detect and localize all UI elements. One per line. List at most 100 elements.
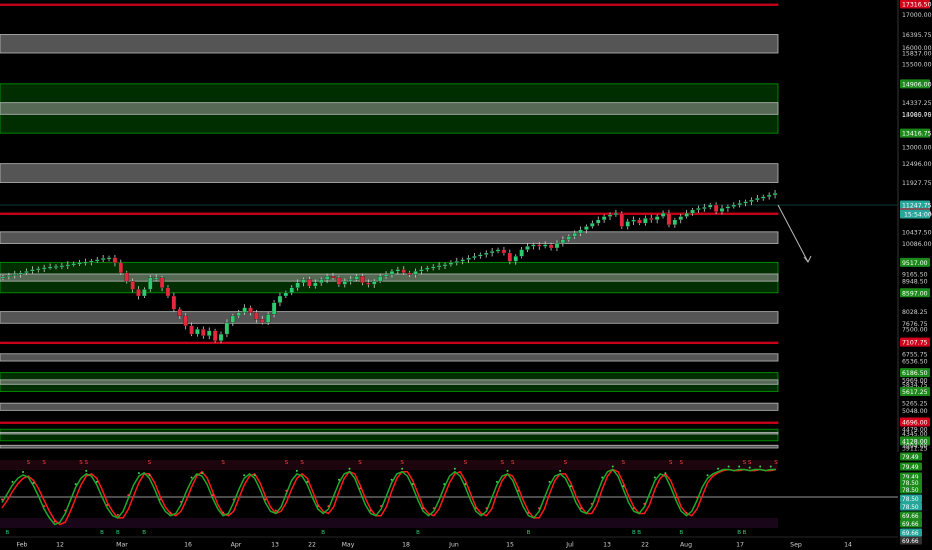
candle-body[interactable] (324, 275, 330, 280)
candle-body[interactable] (772, 193, 778, 196)
candle-body[interactable] (47, 266, 53, 269)
candle-body[interactable] (737, 203, 742, 206)
candle-body[interactable] (731, 204, 737, 207)
candle-body[interactable] (713, 204, 719, 212)
candle-body[interactable] (436, 265, 442, 268)
candle-body[interactable] (454, 261, 459, 264)
candle-body[interactable] (643, 218, 648, 224)
candle-body[interactable] (313, 282, 318, 287)
candle-body[interactable] (383, 274, 389, 277)
candle-body[interactable] (578, 229, 583, 234)
candle-body[interactable] (725, 206, 731, 209)
candle-body[interactable] (690, 209, 695, 214)
candle-body[interactable] (425, 267, 430, 270)
candle-body[interactable] (601, 216, 607, 220)
candle-body[interactable] (366, 282, 371, 285)
candle-body[interactable] (95, 259, 100, 262)
candle-body[interactable] (0, 276, 6, 279)
oscillator-axis[interactable]: 79.4979.4979.4978.5078.5078.5078.5069.66… (900, 452, 922, 545)
candle-body[interactable] (696, 208, 701, 211)
candle-body[interactable] (71, 263, 76, 266)
candle-body[interactable] (525, 246, 530, 250)
candle-body[interactable] (419, 269, 424, 272)
candle-body[interactable] (6, 275, 12, 278)
candle-body[interactable] (77, 262, 82, 265)
candle-body[interactable] (130, 280, 135, 290)
candle-body[interactable] (142, 289, 147, 297)
candle-body[interactable] (319, 279, 324, 283)
candle-body[interactable] (430, 266, 436, 269)
candle-body[interactable] (248, 307, 253, 313)
price-axis[interactable]: 17316.5017000.0016395.7516000.0015837.00… (897, 0, 932, 453)
candle-body[interactable] (100, 258, 106, 260)
candle-body[interactable] (584, 226, 589, 230)
candle-body[interactable] (289, 287, 294, 293)
candle-body[interactable] (377, 275, 383, 282)
candle-body[interactable] (265, 314, 271, 323)
oscillator-pane[interactable]: S S S S S S S S S S S S S S S S S S S SB B B B B B B B B B B B (0, 456, 898, 536)
candle-body[interactable] (283, 292, 289, 297)
candle-body[interactable] (749, 199, 754, 202)
candle-body[interactable] (195, 328, 200, 335)
candle-body[interactable] (678, 216, 683, 220)
candle-body[interactable] (242, 307, 247, 313)
candle-body[interactable] (548, 244, 554, 249)
candle-body[interactable] (466, 257, 471, 260)
candle-body[interactable] (542, 244, 548, 247)
candle-body[interactable] (537, 244, 542, 247)
candle-body[interactable] (201, 328, 206, 336)
candle-body[interactable] (218, 333, 224, 341)
candle-body[interactable] (619, 213, 625, 227)
candle-body[interactable] (560, 239, 566, 244)
candle-body[interactable] (743, 201, 748, 204)
candle-body[interactable] (660, 213, 666, 217)
candle-body[interactable] (649, 218, 654, 220)
candle-body[interactable] (24, 271, 29, 273)
candle-body[interactable] (637, 219, 642, 224)
candle-body[interactable] (230, 315, 236, 323)
candle-body[interactable] (566, 236, 571, 240)
candle-body[interactable] (189, 325, 194, 335)
candle-body[interactable] (395, 269, 401, 272)
candle-body[interactable] (177, 309, 182, 317)
candle-body[interactable] (389, 271, 395, 275)
candle-body[interactable] (442, 264, 448, 267)
candle-body[interactable] (106, 257, 112, 260)
candle-body[interactable] (507, 252, 513, 262)
candle-body[interactable] (307, 279, 312, 287)
candle-body[interactable] (448, 262, 454, 265)
candle-body[interactable] (277, 295, 283, 303)
candle-body[interactable] (472, 256, 477, 259)
candle-body[interactable] (83, 261, 88, 264)
candle-body[interactable] (301, 279, 306, 283)
candle-body[interactable] (554, 242, 560, 249)
candle-body[interactable] (766, 194, 772, 197)
candle-body[interactable] (631, 219, 636, 222)
candle-body[interactable] (489, 251, 495, 254)
candle-body[interactable] (372, 280, 377, 285)
candle-body[interactable] (501, 249, 507, 254)
candle-body[interactable] (118, 262, 124, 273)
candle-body[interactable] (65, 264, 70, 267)
candle-body[interactable] (342, 280, 348, 285)
candle-body[interactable] (407, 272, 412, 275)
candle-body[interactable] (165, 287, 171, 297)
candle-body[interactable] (590, 222, 595, 227)
candle-body[interactable] (41, 267, 47, 270)
candle-body[interactable] (672, 219, 678, 225)
candle-body[interactable] (572, 232, 577, 237)
candle-body[interactable] (413, 271, 418, 275)
candle-body[interactable] (666, 213, 672, 225)
candle-body[interactable] (755, 198, 760, 201)
candle-body[interactable] (360, 275, 365, 283)
candle-body[interactable] (684, 213, 689, 217)
candle-body[interactable] (12, 274, 17, 276)
candle-body[interactable] (224, 322, 230, 335)
candle-body[interactable] (18, 272, 23, 275)
candle-body[interactable] (607, 214, 613, 217)
candle-body[interactable] (89, 260, 94, 263)
candle-body[interactable] (36, 268, 41, 271)
candle-body[interactable] (271, 302, 277, 315)
candle-body[interactable] (171, 295, 177, 310)
candle-body[interactable] (59, 265, 65, 268)
